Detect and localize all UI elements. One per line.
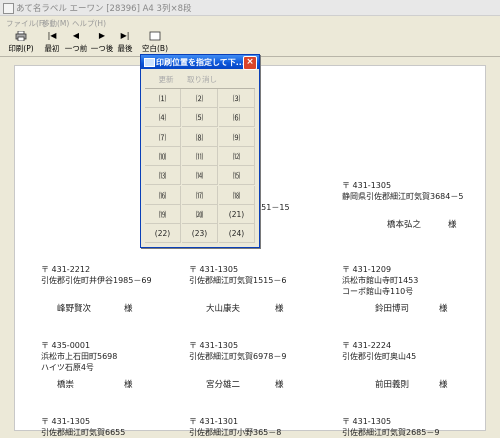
position-cell-1[interactable]: ⑴ — [145, 89, 181, 108]
menu-file[interactable]: ファイル(F) — [6, 18, 46, 29]
position-cell-15[interactable]: ⒂ — [219, 166, 255, 186]
position-cell-2[interactable]: ⑵ — [182, 89, 218, 108]
position-cell-9[interactable]: ⑼ — [219, 127, 255, 147]
position-cell-3[interactable]: ⑶ — [219, 89, 255, 108]
window-title: あて名ラベル エーワン [28396] A4 3列×8段 — [16, 4, 192, 14]
label-honorific: 様 — [439, 380, 448, 390]
label-zip: 〒 431-1305 — [342, 181, 392, 190]
app-icon — [3, 3, 14, 14]
toolbar: 印刷(P) |◀ 最初 ◀ 一つ前 ▶ 一つ後 ▶| 最後 空白(B) — [0, 29, 500, 57]
position-cell-24[interactable]: (24) — [219, 224, 255, 244]
label-zip: 〒 431-1305 — [189, 341, 239, 350]
print-position-dialog: 印刷位置を指定して下... × 更新 取り消し ⑴⑵⑶ ⑷⑸⑹ ⑺⑻⑼ ⑽⑾⑿ ⒀⒁⒂ ⒃… — [140, 54, 260, 248]
label-address-2: ハイツ石原4号 — [41, 363, 94, 372]
label-address-2: コーポ館山寺110号 — [342, 287, 414, 296]
label-zip: 〒 431-2212 — [41, 265, 91, 274]
position-cell-22[interactable]: (22) — [145, 224, 181, 244]
close-icon[interactable]: × — [243, 56, 257, 70]
label-address: 引佐郡細江町気賀1515－6 — [189, 276, 287, 285]
position-cell-5[interactable]: ⑸ — [182, 108, 218, 128]
label-zip: 〒 431-1301 — [189, 417, 239, 426]
next-label: 一つ後 — [90, 44, 114, 53]
blank-page-icon — [149, 31, 161, 41]
label-zip: 〒 431-2224 — [342, 341, 392, 350]
label-zip: 〒 431-1305 — [41, 417, 91, 426]
position-cell-10[interactable]: ⑽ — [145, 146, 181, 166]
label-address: 引佐郡引佐町奥山45 — [342, 352, 417, 361]
menu-bar: ファイル(F) 移動(M) ヘルプ(H) — [0, 16, 500, 29]
dialog-button-row: 更新 取り消し — [145, 73, 255, 87]
label-zip: 〒 435-0001 — [41, 341, 91, 350]
position-cell-17[interactable]: ⒄ — [182, 185, 218, 205]
first-button[interactable]: |◀ 最初 — [43, 29, 61, 56]
label-honorific: 様 — [124, 304, 133, 314]
label-address: 静岡県引佐郡細江町気賀3684－5 — [342, 192, 464, 201]
blank-button[interactable]: 空白(B) — [142, 29, 168, 56]
update-button[interactable]: 更新 — [151, 73, 181, 86]
blank-label: 空白(B) — [142, 44, 168, 53]
position-cell-16[interactable]: ⒃ — [145, 185, 181, 205]
position-cell-11[interactable]: ⑾ — [182, 146, 218, 166]
position-cell-18[interactable]: ⒅ — [219, 185, 255, 205]
first-label: 最初 — [44, 44, 60, 53]
prev-icon: ◀ — [72, 31, 80, 40]
label-name: 宮分雄二 — [206, 380, 241, 390]
label-name: 大山康夫 — [206, 304, 241, 314]
label-address: 引佐郡引佐町井伊谷1985－69 — [41, 276, 152, 285]
window-title-bar: あて名ラベル エーワン [28396] A4 3列×8段 — [0, 0, 500, 16]
position-grid: ⑴ ⑵ ⑶ ⑷ ⑸ ⑹ ⑺ ⑻ ⑼ ⑽ ⑾ ⑿ ⒀ ⒁ ⒂ ⒃ ⒄ ⒅ ⒆ ⒇ (21) (22) (23) (24) — [145, 88, 255, 244]
dialog-title: 印刷位置を指定して下... — [156, 58, 245, 67]
prev-button[interactable]: ◀ 一つ前 — [63, 29, 89, 56]
position-cell-19[interactable]: ⒆ — [145, 204, 181, 224]
last-label: 最後 — [117, 44, 133, 53]
cancel-button[interactable]: 取り消し — [185, 73, 219, 86]
label-address: 浜松市上石田町5698 — [41, 352, 118, 361]
next-button[interactable]: ▶ 一つ後 — [89, 29, 115, 56]
next-icon: ▶ — [98, 31, 106, 40]
menu-move[interactable]: 移動(M) — [42, 18, 69, 29]
prev-label: 一つ前 — [64, 44, 88, 53]
menu-help[interactable]: ヘルプ(H) — [72, 18, 106, 29]
first-icon: |◀ — [47, 31, 57, 40]
label-honorific: 様 — [275, 304, 284, 314]
position-cell-20[interactable]: ⒇ — [182, 204, 218, 224]
label-name: 橋本弘之 — [387, 220, 422, 230]
label-zip: 〒 431-1209 — [342, 265, 392, 274]
last-button[interactable]: ▶| 最後 — [116, 29, 134, 56]
position-cell-7[interactable]: ⑺ — [145, 127, 181, 147]
label-name: 前田義則 — [375, 380, 410, 390]
position-cell-23[interactable]: (23) — [182, 224, 218, 244]
last-icon: ▶| — [120, 31, 130, 40]
position-cell-12[interactable]: ⑿ — [219, 146, 255, 166]
label-address: 引佐郡細江町気賀6978－9 — [189, 352, 287, 361]
label-name: 橋崇 — [57, 380, 75, 390]
position-cell-8[interactable]: ⑻ — [182, 127, 218, 147]
label-name: 鈴田博司 — [375, 304, 410, 314]
position-cell-4[interactable]: ⑷ — [145, 108, 181, 128]
position-cell-21[interactable]: (21) — [219, 204, 255, 224]
label-address: 浜松市館山寺町1453 — [342, 276, 419, 285]
label-zip: 〒 431-1305 — [342, 417, 392, 426]
position-cell-13[interactable]: ⒀ — [145, 166, 181, 186]
dialog-title-bar[interactable]: 印刷位置を指定して下... × — [141, 55, 259, 70]
position-cell-6[interactable]: ⑹ — [219, 108, 255, 128]
print-label: 印刷(P) — [8, 44, 34, 53]
label-name: 峰野賢次 — [57, 304, 92, 314]
label-honorific: 様 — [439, 304, 448, 314]
label-zip: 〒 431-1305 — [189, 265, 239, 274]
printer-icon — [15, 30, 27, 42]
position-cell-14[interactable]: ⒁ — [182, 166, 218, 186]
label-honorific: 様 — [275, 380, 284, 390]
label-honorific: 様 — [124, 380, 133, 390]
print-button[interactable]: 印刷(P) — [8, 29, 34, 56]
label-honorific: 様 — [448, 220, 457, 230]
dialog-window-icon — [144, 58, 155, 67]
